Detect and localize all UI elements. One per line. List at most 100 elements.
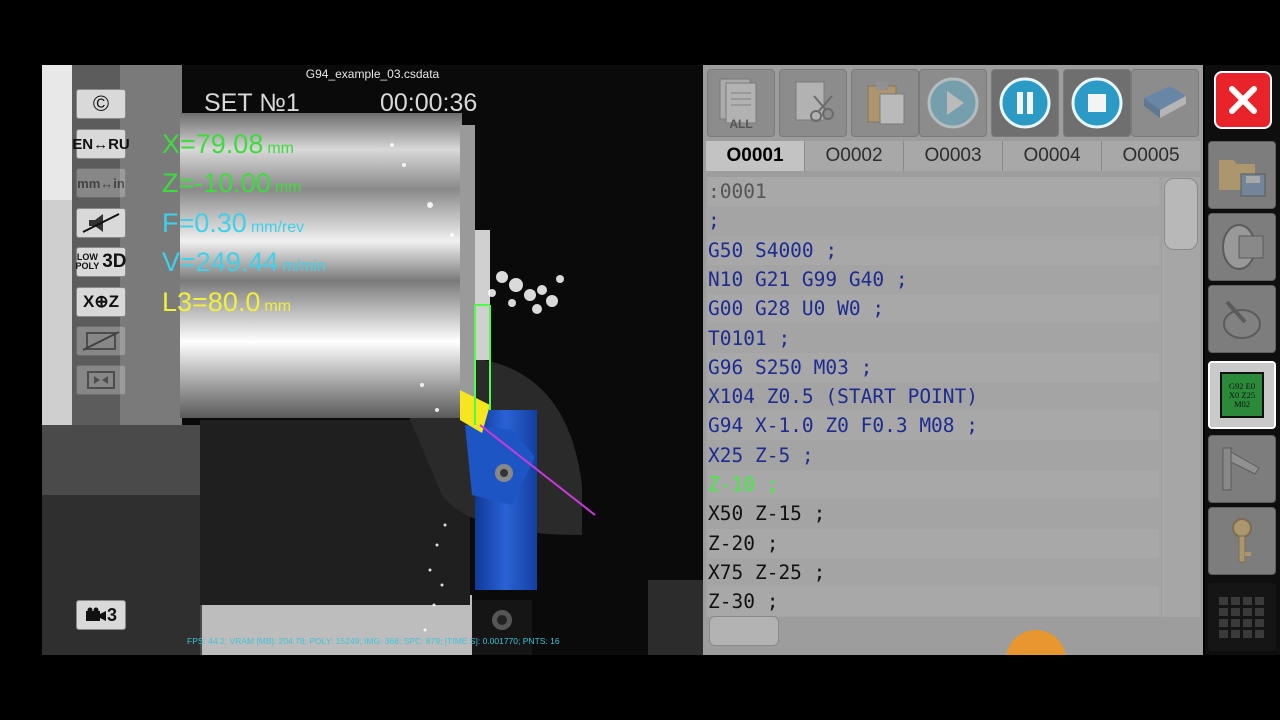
- file-name: G94_example_03.csdata: [305, 67, 440, 81]
- code-line[interactable]: G94 X-1.0 Z0 F0.3 M08 ;: [708, 411, 1159, 441]
- close-icon: [1229, 86, 1257, 114]
- readout-feed-value: F=0.30: [162, 208, 247, 238]
- stop-icon: [1071, 77, 1123, 129]
- code-line[interactable]: T0101 ;: [708, 324, 1159, 353]
- manual-button[interactable]: [1131, 69, 1199, 137]
- three-d-label: 3D: [102, 251, 127, 272]
- copyright-button[interactable]: ©: [76, 89, 126, 119]
- readout-feed-unit: mm/rev: [250, 219, 305, 236]
- camera-count: 3: [106, 604, 117, 625]
- fullscreen-button[interactable]: [76, 365, 126, 395]
- readout-x-value: X=79.08: [162, 129, 264, 159]
- pause-icon: [999, 77, 1051, 129]
- code-line[interactable]: Z-30 ;: [708, 587, 1159, 617]
- pause-button[interactable]: [991, 69, 1059, 137]
- touch-indicator: [1006, 630, 1066, 655]
- readout-speed: V=249.44 m/min: [162, 247, 326, 278]
- poly-label: POLY: [75, 261, 100, 271]
- readout-l3-value: L3=80.0: [162, 287, 261, 317]
- machining-timer: 00:00:36: [380, 89, 478, 117]
- axes-toggle-label: X⊕Z: [83, 292, 119, 311]
- mute-icon: [82, 213, 120, 233]
- fps-stats: FPS: 44.2; VRAM [MB]: 204.78; POLY: 1524…: [187, 636, 560, 646]
- readout-l3-unit: mm: [264, 298, 292, 315]
- low-poly-3d-button[interactable]: LOW POLY 3D: [76, 247, 127, 277]
- readout-speed-value: V=249.44: [162, 247, 279, 277]
- monitor-off-icon: [82, 331, 120, 351]
- code-line[interactable]: N10 G21 G99 G40 ;: [708, 265, 1159, 294]
- code-line[interactable]: X50 Z-15 ;: [708, 499, 1159, 528]
- readout-x-unit: mm: [267, 140, 294, 157]
- machine-viewport[interactable]: G94_example_03.csdata SET №1 00:00:36 X=…: [42, 65, 703, 655]
- play-button[interactable]: [919, 69, 987, 137]
- readout-z-value: Z=-10.00: [162, 168, 271, 198]
- code-line[interactable]: X25 Z-5 ;: [708, 441, 1159, 470]
- file-save-button[interactable]: [1208, 141, 1276, 209]
- cut-button[interactable]: [779, 69, 847, 137]
- cut-icon: [795, 81, 834, 122]
- caliper-button[interactable]: [1208, 435, 1276, 503]
- folder-save-icon: [1219, 160, 1266, 197]
- workpiece-icon: [1223, 300, 1261, 339]
- code-line[interactable]: Z-20 ;: [708, 528, 1159, 558]
- code-line[interactable]: Z-10 ;: [708, 470, 1159, 499]
- display-toggle-button[interactable]: [76, 326, 126, 356]
- chuck-icon: [1222, 224, 1264, 270]
- code-line[interactable]: ;: [708, 206, 1159, 235]
- language-toggle-label: EN↔RU: [72, 135, 130, 153]
- lathe-scene: [42, 65, 703, 655]
- paste-button[interactable]: [851, 69, 919, 137]
- program-panel: ALL O0001 O0002 O0003 O0004 O0005:0001 …: [703, 65, 1203, 655]
- readout-z-unit: mm: [274, 179, 302, 196]
- fullscreen-icon: [87, 371, 115, 389]
- right-sidebar: G92 E0 X0 Z25 M02: [1205, 65, 1280, 655]
- code-line[interactable]: X104 Z0.5 (START POINT): [708, 382, 1159, 411]
- code-line[interactable]: G50 S4000 ;: [708, 235, 1159, 265]
- camera-switch-button[interactable]: 3: [76, 600, 126, 630]
- paste-icon: [867, 82, 905, 125]
- code-line[interactable]: G96 S250 M03 ;: [708, 352, 1159, 382]
- readout-feed: F=0.30 mm/rev: [162, 208, 304, 239]
- copyright-icon: ©: [92, 91, 110, 116]
- keypad-button[interactable]: [1208, 583, 1276, 651]
- horizontal-scroll-thumb[interactable]: [709, 616, 779, 646]
- set-label: SET №1: [204, 89, 300, 117]
- low-poly-label: LOW POLY: [76, 253, 100, 271]
- camera-icon: [85, 607, 106, 621]
- key-icon: [1232, 518, 1252, 563]
- program-tabs: O0001 O0002 O0003 O0004 O0005: [706, 141, 1200, 171]
- key-button[interactable]: [1208, 507, 1276, 575]
- sound-toggle-button[interactable]: [76, 208, 126, 238]
- stop-button[interactable]: [1063, 69, 1131, 137]
- program-editor-button[interactable]: G92 E0 X0 Z25 M02: [1208, 361, 1276, 429]
- tab-o0004[interactable]: O0004: [1003, 141, 1102, 171]
- readout-l3: L3=80.0 mm: [162, 287, 291, 318]
- tab-o0003[interactable]: O0003: [904, 141, 1003, 171]
- play-icon: [927, 77, 979, 129]
- readout-x: X=79.08 mm: [162, 129, 294, 160]
- caliper-icon: [1222, 447, 1260, 491]
- program-icon-line-3: M02: [1233, 398, 1251, 409]
- select-all-label: ALL: [729, 117, 752, 131]
- tab-o0005[interactable]: O0005: [1102, 141, 1200, 171]
- book-icon: [1144, 86, 1186, 118]
- code-line[interactable]: G00 G28 U0 W0 ;: [708, 294, 1159, 324]
- program-screen-icon: G92 E0 X0 Z25 M02: [1220, 372, 1264, 418]
- gcode-editor[interactable]: :0001; G50 S4000 ; N10 G21 G99 G40 ; G00 G2…: [706, 177, 1161, 617]
- workpiece-button[interactable]: [1208, 285, 1276, 353]
- vertical-scroll-thumb[interactable]: [1164, 178, 1198, 250]
- axes-toggle-button[interactable]: X⊕Z: [76, 287, 126, 317]
- readout-speed-unit: m/min: [282, 258, 326, 275]
- close-button[interactable]: [1214, 71, 1272, 129]
- chuck-setup-button[interactable]: [1208, 213, 1276, 281]
- readout-z: Z=-10.00 mm: [162, 168, 301, 199]
- tab-o0002[interactable]: O0002: [805, 141, 904, 171]
- code-line[interactable]: :0001: [708, 177, 1159, 206]
- tab-o0001[interactable]: O0001: [706, 141, 805, 171]
- units-toggle-label: mm↔in: [77, 175, 125, 191]
- keypad-icon: [1219, 597, 1264, 638]
- select-all-button[interactable]: ALL: [707, 69, 775, 137]
- units-toggle-button[interactable]: mm↔in: [76, 168, 126, 198]
- code-line[interactable]: X75 Z-25 ;: [708, 558, 1159, 587]
- language-toggle-button[interactable]: EN↔RU: [72, 129, 130, 159]
